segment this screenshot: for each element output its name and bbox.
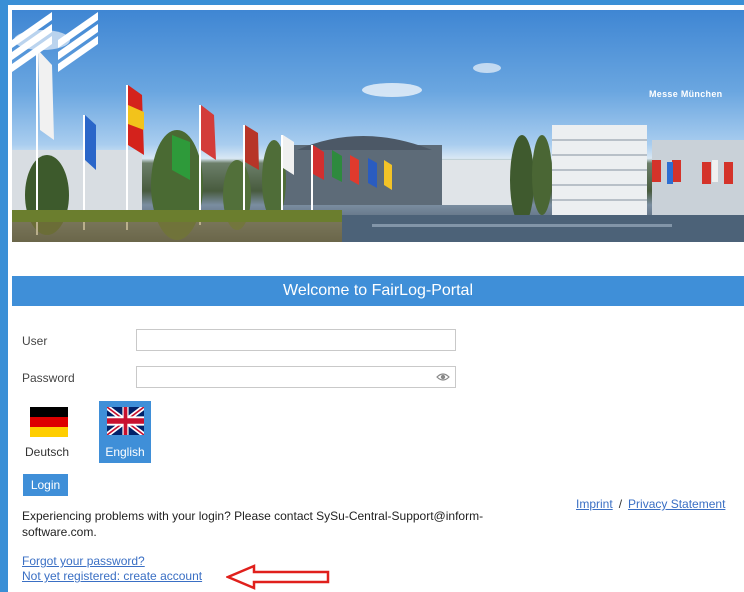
user-input[interactable] xyxy=(136,329,456,351)
banner-photo xyxy=(12,30,744,242)
imprint-link[interactable]: Imprint xyxy=(576,497,613,511)
language-label-english: English xyxy=(105,445,145,459)
eye-icon[interactable] xyxy=(436,371,450,383)
brand-name: Messe München xyxy=(649,89,723,99)
password-label: Password xyxy=(22,371,75,385)
language-option-deutsch[interactable]: Deutsch xyxy=(25,445,69,459)
language-option-english[interactable]: English xyxy=(99,401,151,463)
create-account-link[interactable]: Not yet registered: create account xyxy=(22,569,202,583)
user-label: User xyxy=(22,334,48,348)
red-arrow-icon xyxy=(226,564,330,590)
header-banner: Messe München xyxy=(12,10,744,242)
window-frame-left xyxy=(0,0,8,592)
flag-germany-icon[interactable] xyxy=(30,407,68,437)
password-input[interactable] xyxy=(136,366,456,388)
forgot-password-link[interactable]: Forgot your password? xyxy=(22,554,145,568)
link-separator: / xyxy=(618,497,623,511)
page-title: Welcome to FairLog-Portal xyxy=(12,276,744,306)
login-button[interactable]: Login xyxy=(23,474,68,496)
window-frame-top xyxy=(0,0,744,5)
privacy-statement-link[interactable]: Privacy Statement xyxy=(628,497,725,511)
messe-logo-icon xyxy=(12,12,98,72)
banner-spacer xyxy=(12,242,744,276)
footer-links: Imprint / Privacy Statement xyxy=(576,497,725,511)
login-help-text: Experiencing problems with your login? P… xyxy=(22,509,484,539)
flag-uk-icon xyxy=(107,407,144,435)
